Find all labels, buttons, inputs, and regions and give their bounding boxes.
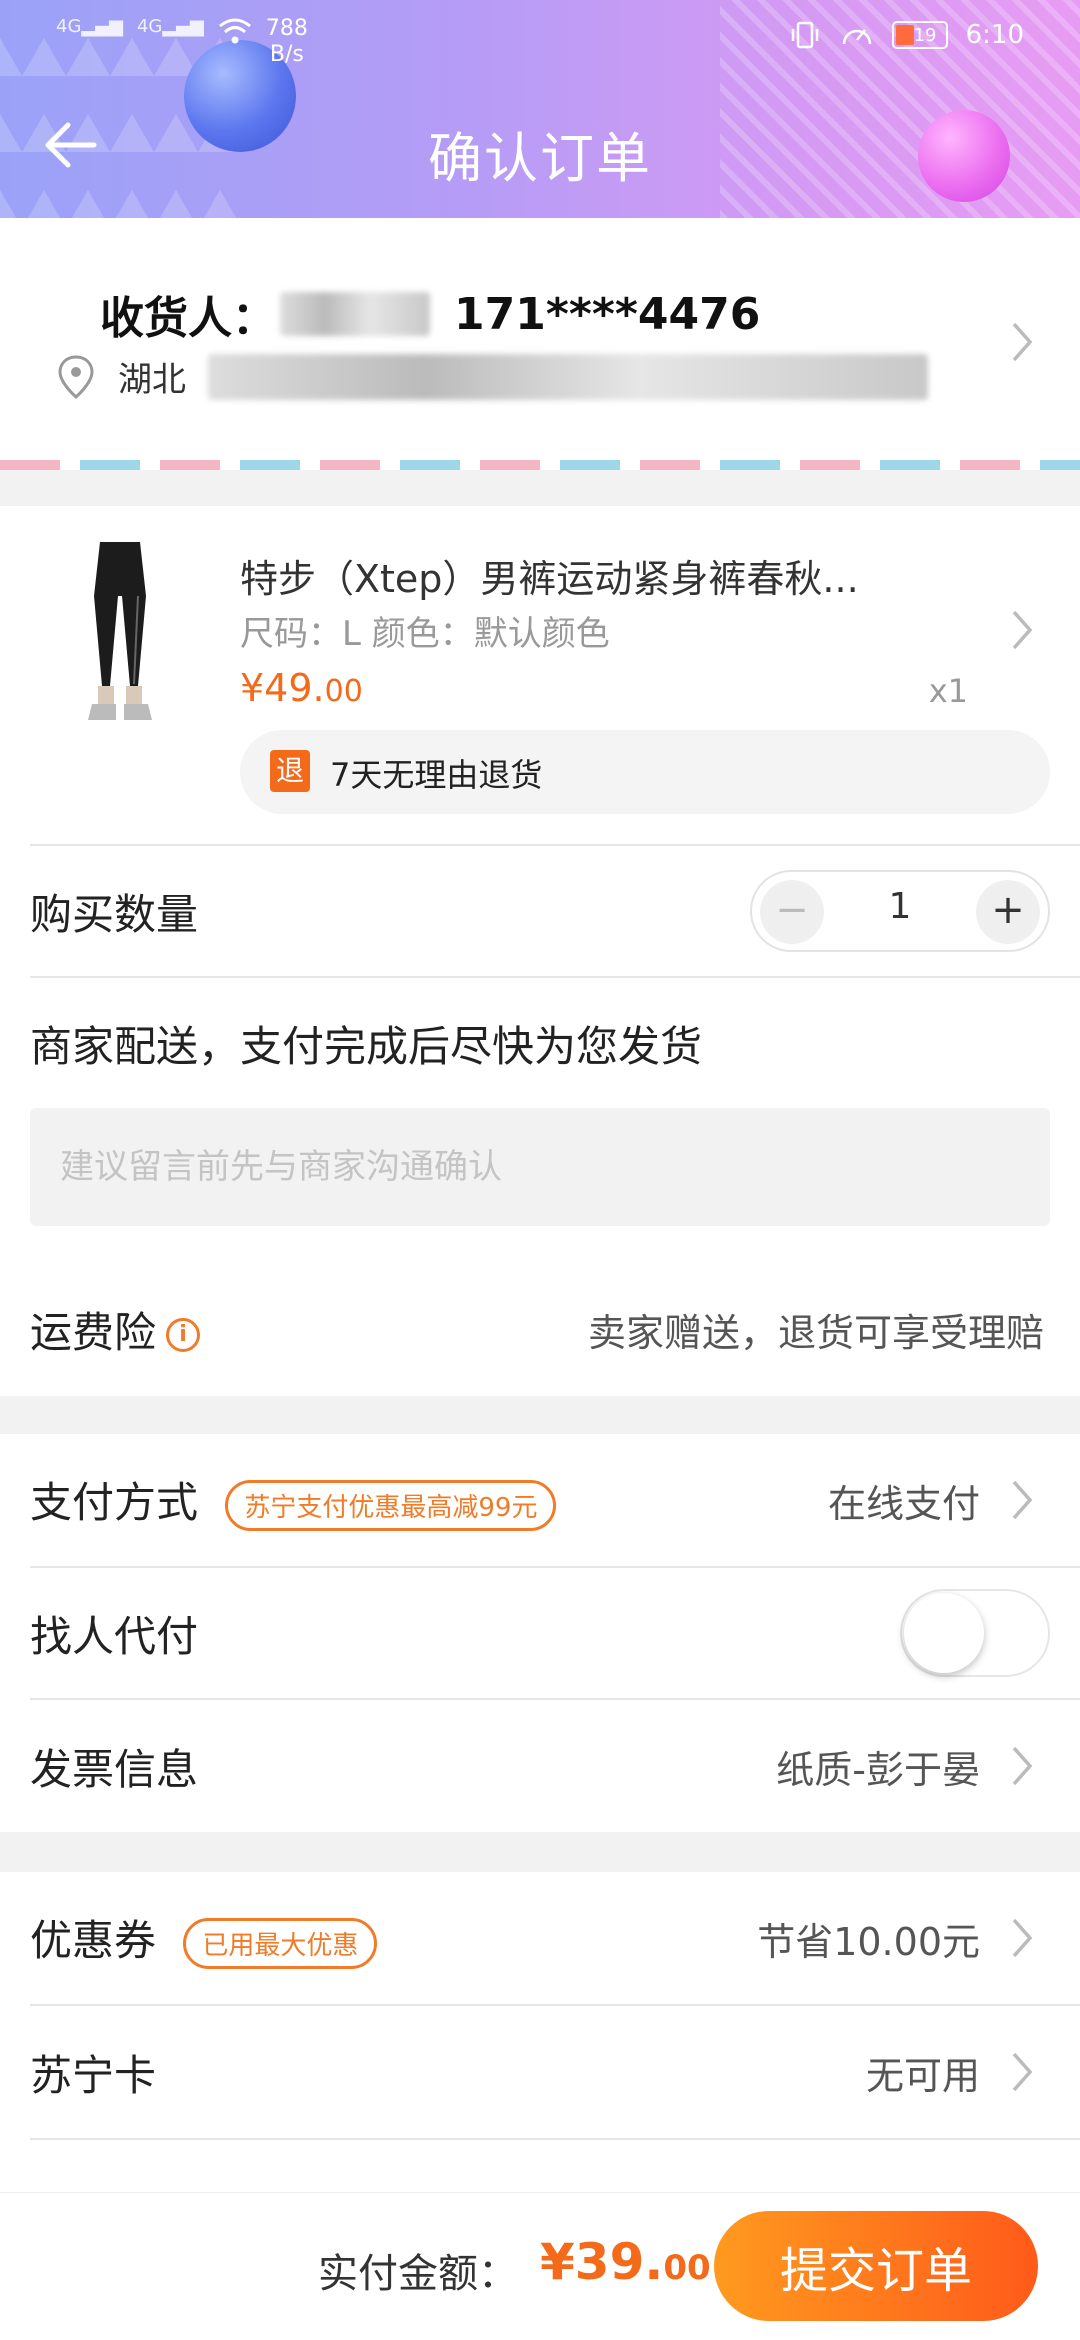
chevron-right-icon: [1012, 1480, 1033, 1520]
address-card[interactable]: 收货人： 171****4476 湖北: [0, 218, 1080, 470]
receiver-phone: 171****4476: [454, 288, 761, 340]
address-stripe: [0, 460, 1080, 470]
wifi-icon: [218, 18, 251, 44]
coupon-tag: 已用最大优惠: [183, 1918, 378, 1969]
chevron-right-icon: [1012, 1918, 1033, 1958]
buyer-message-input[interactable]: [30, 1108, 1050, 1226]
proxy-pay-label: 找人代付: [30, 1611, 199, 1661]
total-label: 实付金额：: [318, 2251, 518, 2297]
chevron-right-icon: [1012, 2052, 1033, 2092]
total-amount: ¥39.00: [540, 2233, 711, 2291]
quantity-stepper: − 1 +: [750, 870, 1050, 952]
refund-text: 7天无理由退货: [330, 756, 543, 794]
delivery-text: 商家配送，支付完成后尽快为您发货: [30, 1021, 703, 1071]
quantity-row: 购买数量 − 1 +: [0, 846, 1080, 976]
delivery-row: 商家配送，支付完成后尽快为您发货: [0, 978, 1080, 1108]
signal-icon-2: 4G▂▄▆: [136, 16, 204, 37]
chevron-right-icon[interactable]: [1008, 606, 1036, 654]
product-quantity: x1: [928, 672, 968, 710]
product-price: ¥49.00: [240, 666, 363, 710]
product-spec: 尺码：L 颜色：默认颜色: [240, 614, 610, 654]
suning-card-row[interactable]: 苏宁卡 无可用: [0, 2006, 1080, 2138]
vibrate-icon: [791, 21, 818, 49]
address-line: 湖北: [56, 352, 928, 401]
net-speed: 788 B/s: [265, 16, 308, 67]
proxy-pay-toggle[interactable]: [900, 1589, 1050, 1677]
divider: [30, 2138, 1080, 2140]
toggle-knob: [904, 1593, 984, 1673]
info-icon[interactable]: i: [166, 1318, 201, 1352]
invoice-label: 发票信息: [30, 1744, 199, 1794]
address-redacted: [208, 353, 928, 400]
coupon-label: 优惠券: [30, 1916, 157, 1965]
status-bar-left: 4G▂▄▆ 4G▂▄▆ 788 B/s: [56, 16, 308, 68]
order-confirm-screen: 4G▂▄▆ 4G▂▄▆ 788 B/s 19 6:10 确认订单 收货人： 17…: [0, 0, 1080, 2340]
order-card: 特步（Xtep）男裤运动紧身裤春秋... 尺码：L 颜色：默认颜色 ¥49.00…: [0, 506, 1080, 1396]
insurance-label: 运费险: [30, 1307, 157, 1357]
invoice-row[interactable]: 发票信息 纸质-彭于晏: [0, 1700, 1080, 1832]
payment-label-wrap: 支付方式 苏宁支付优惠最高减99元: [30, 1469, 557, 1531]
refund-policy-badge: 退 7天无理由退货: [240, 730, 1050, 814]
address-prefix: 湖北: [118, 360, 186, 400]
speedometer-icon: [842, 29, 871, 45]
payment-promo-tag: 苏宁支付优惠最高减99元: [225, 1480, 557, 1531]
insurance-label-wrap: 运费险 i: [30, 1299, 201, 1360]
bottom-bar: 实付金额： ¥39.00 提交订单: [0, 2192, 1080, 2340]
payment-value: 在线支付: [827, 1481, 980, 1526]
battery-icon: 19: [891, 21, 948, 49]
chevron-right-icon: [1012, 1746, 1033, 1786]
invoice-value: 纸质-彭于晏: [776, 1747, 980, 1792]
coupon-row[interactable]: 优惠券 已用最大优惠 节省10.00元: [0, 1872, 1080, 2004]
product-image[interactable]: [60, 536, 180, 726]
proxy-pay-row: 找人代付: [0, 1568, 1080, 1698]
location-pin-icon: [58, 354, 94, 399]
suning-card-label: 苏宁卡: [30, 2050, 157, 2100]
chevron-right-icon: [1012, 322, 1033, 362]
header: 4G▂▄▆ 4G▂▄▆ 788 B/s 19 6:10 确认订单: [0, 0, 1080, 218]
quantity-label: 购买数量: [30, 889, 199, 939]
payment-card: 支付方式 苏宁支付优惠最高减99元 在线支付 找人代付 发票信息 纸质-彭于晏: [0, 1434, 1080, 1832]
insurance-value: 卖家赠送，退货可享受理赔: [587, 1310, 1044, 1355]
coupon-label-wrap: 优惠券 已用最大优惠: [30, 1907, 378, 1969]
increase-button[interactable]: +: [976, 880, 1040, 944]
product-title[interactable]: 特步（Xtep）男裤运动紧身裤春秋...: [240, 548, 859, 603]
submit-order-button[interactable]: 提交订单: [714, 2211, 1038, 2321]
page-title: 确认订单: [428, 127, 652, 190]
status-bar-right: 19 6:10: [788, 20, 1024, 50]
decrease-button[interactable]: −: [760, 880, 824, 944]
suning-card-value: 无可用: [865, 2053, 980, 2098]
receiver-row: 收货人： 171****4476: [100, 282, 760, 346]
receiver-name-redacted: [280, 292, 430, 336]
payment-label: 支付方式: [30, 1478, 199, 1527]
coupon-value: 节省10.00元: [757, 1919, 980, 1964]
quantity-value[interactable]: 1: [832, 886, 968, 927]
status-time: 6:10: [965, 20, 1024, 50]
receiver-label: 收货人：: [100, 293, 276, 344]
signal-icon: 4G▂▄▆: [56, 16, 123, 37]
discount-card: 优惠券 已用最大优惠 节省10.00元 苏宁卡 无可用: [0, 1872, 1080, 2192]
insurance-row: 运费险 i 卖家赠送，退货可享受理赔: [0, 1262, 1080, 1396]
refund-icon: 退: [270, 750, 310, 792]
payment-method-row[interactable]: 支付方式 苏宁支付优惠最高减99元 在线支付: [0, 1434, 1080, 1566]
